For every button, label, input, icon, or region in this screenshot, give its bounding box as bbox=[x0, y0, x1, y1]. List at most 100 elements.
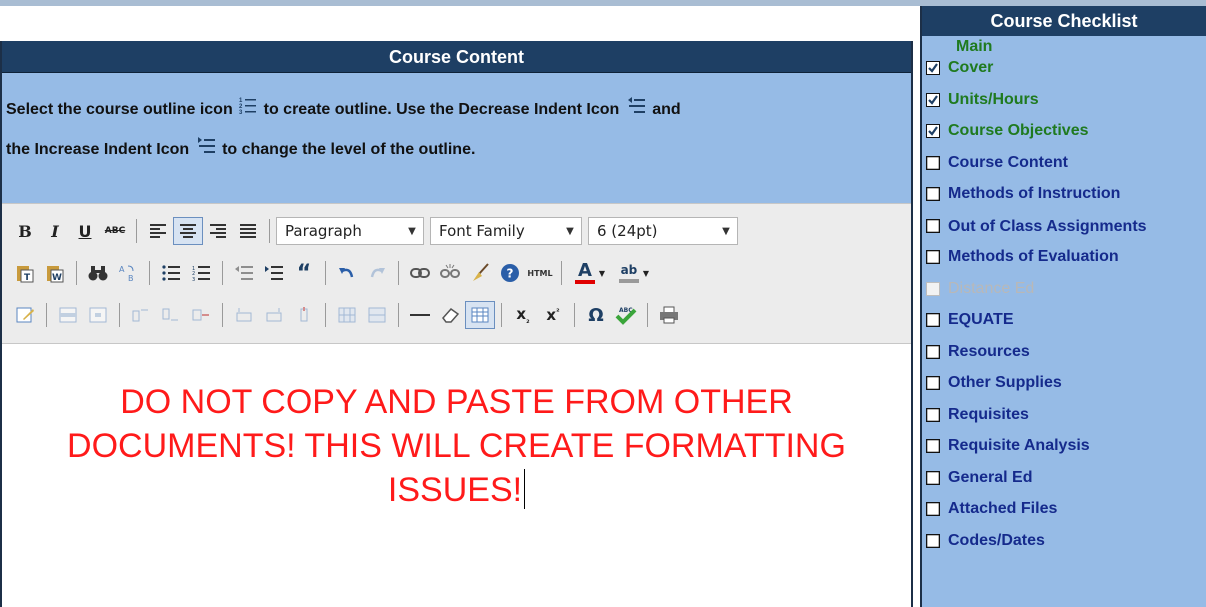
remove-format-button[interactable] bbox=[435, 301, 465, 329]
align-right-button[interactable] bbox=[203, 217, 233, 245]
toolbar-separator bbox=[76, 261, 77, 285]
svg-text:B: B bbox=[128, 274, 134, 283]
toolbar-row-2: T W AB 123 “ ? HTML A ▼ ab ▼ bbox=[10, 252, 907, 294]
font-family-select[interactable]: Font Family ▼ bbox=[430, 217, 582, 245]
checklist-item-label: Cover bbox=[948, 59, 994, 76]
replace-button[interactable]: AB bbox=[113, 259, 143, 287]
insert-row-before-icon bbox=[132, 309, 148, 322]
col-after-button[interactable] bbox=[259, 301, 289, 329]
cell-props-button[interactable] bbox=[83, 301, 113, 329]
checklist-main-link[interactable]: Main bbox=[922, 36, 1206, 58]
checklist-item-equate[interactable]: EQUATE bbox=[922, 310, 1206, 342]
checklist-item-out-of-class-assignments[interactable]: Out of Class Assignments bbox=[922, 216, 1206, 248]
strikethrough-button[interactable]: ABC bbox=[100, 217, 130, 245]
checkbox-icon bbox=[925, 249, 941, 265]
visual-aid-button[interactable] bbox=[465, 301, 495, 329]
toolbar-separator bbox=[149, 261, 150, 285]
outdent-button[interactable] bbox=[229, 259, 259, 287]
row-after-button[interactable] bbox=[156, 301, 186, 329]
cleanup-button[interactable] bbox=[465, 259, 495, 287]
blockquote-button[interactable]: “ bbox=[289, 259, 319, 287]
toolbar-separator bbox=[325, 303, 326, 327]
help-button[interactable]: ? bbox=[495, 259, 525, 287]
toolbar-separator bbox=[136, 219, 137, 243]
checklist-item-course-content[interactable]: Course Content bbox=[922, 153, 1206, 185]
superscript-icon: x² bbox=[546, 306, 560, 324]
checklist-item-general-ed[interactable]: General Ed bbox=[922, 468, 1206, 500]
paste-text-button[interactable]: T bbox=[10, 259, 40, 287]
print-button[interactable] bbox=[654, 301, 684, 329]
instruction-text: the Increase Indent Icon bbox=[6, 141, 190, 158]
row-props-button[interactable] bbox=[53, 301, 83, 329]
checklist-item-methods-of-instruction[interactable]: Methods of Instruction bbox=[922, 184, 1206, 216]
delete-col-button[interactable] bbox=[289, 301, 319, 329]
text-color-button[interactable]: A ▼ bbox=[568, 259, 612, 287]
checklist-item-course-objectives[interactable]: Course Objectives bbox=[922, 121, 1206, 153]
bullet-list-button[interactable] bbox=[156, 259, 186, 287]
redo-button[interactable] bbox=[362, 259, 392, 287]
horizontal-rule-icon bbox=[410, 314, 430, 316]
horizontal-rule-button[interactable] bbox=[405, 301, 435, 329]
special-char-button[interactable]: Ω bbox=[581, 301, 611, 329]
checklist-item-attached-files[interactable]: Attached Files bbox=[922, 499, 1206, 531]
font-size-select-value: 6 (24pt) bbox=[597, 222, 658, 240]
checklist-item-label: Requisites bbox=[948, 405, 1029, 423]
checklist-item-label: Units/Hours bbox=[948, 90, 1039, 108]
checklist-title: Course Checklist bbox=[922, 6, 1206, 36]
merge-cells-button[interactable] bbox=[362, 301, 392, 329]
svg-text:?: ? bbox=[507, 267, 514, 281]
spellcheck-button[interactable]: ABC bbox=[611, 301, 641, 329]
rich-text-editor[interactable]: DO NOT COPY AND PASTE FROM OTHER DOCUMEN… bbox=[2, 344, 911, 604]
row-before-button[interactable] bbox=[126, 301, 156, 329]
checklist-item-requisites[interactable]: Requisites bbox=[922, 405, 1206, 437]
text-color-swatch bbox=[574, 280, 595, 284]
checklist-item-label: Course Objectives bbox=[948, 122, 1089, 139]
superscript-button[interactable]: x² bbox=[538, 301, 568, 329]
insert-link-button[interactable] bbox=[405, 259, 435, 287]
toolbar-separator bbox=[325, 261, 326, 285]
checked-checkbox-icon bbox=[926, 61, 940, 75]
checklist-item-methods-of-evaluation[interactable]: Methods of Evaluation bbox=[922, 247, 1206, 279]
undo-button[interactable] bbox=[332, 259, 362, 287]
align-justify-button[interactable] bbox=[233, 217, 263, 245]
visual-aid-icon bbox=[471, 307, 489, 323]
font-family-select-value: Font Family bbox=[439, 222, 525, 240]
outline-list-icon: 123 bbox=[239, 93, 257, 131]
indent-button[interactable] bbox=[259, 259, 289, 287]
html-source-button[interactable]: HTML bbox=[525, 259, 555, 287]
find-button[interactable] bbox=[83, 259, 113, 287]
checklist-item-cover[interactable]: Cover bbox=[922, 58, 1206, 90]
paste-word-button[interactable]: W bbox=[40, 259, 70, 287]
checkbox-icon bbox=[925, 155, 941, 170]
align-left-button[interactable] bbox=[143, 217, 173, 245]
delete-col-icon bbox=[300, 307, 308, 322]
col-before-button[interactable] bbox=[229, 301, 259, 329]
svg-text:W: W bbox=[52, 273, 62, 283]
numbered-list-button[interactable]: 123 bbox=[186, 259, 216, 287]
font-size-select[interactable]: 6 (24pt) ▼ bbox=[588, 217, 738, 245]
unlink-button[interactable] bbox=[435, 259, 465, 287]
align-center-button[interactable] bbox=[173, 217, 203, 245]
subscript-button[interactable]: x₂ bbox=[508, 301, 538, 329]
bullet-list-icon bbox=[162, 265, 180, 281]
format-select[interactable]: Paragraph ▼ bbox=[276, 217, 424, 245]
edit-style-icon bbox=[16, 307, 34, 323]
edit-style-button[interactable] bbox=[10, 301, 40, 329]
insert-row-after-icon bbox=[162, 308, 178, 321]
checklist-item-codes-dates[interactable]: Codes/Dates bbox=[922, 531, 1206, 563]
checklist-item-other-supplies[interactable]: Other Supplies bbox=[922, 373, 1206, 405]
instruction-text: to change the level of the outline. bbox=[222, 141, 476, 158]
increase-indent-icon bbox=[196, 133, 216, 171]
italic-button[interactable]: I bbox=[40, 217, 70, 245]
delete-row-button[interactable] bbox=[186, 301, 216, 329]
bold-button[interactable]: B bbox=[10, 217, 40, 245]
underline-button[interactable]: U bbox=[70, 217, 100, 245]
split-cells-button[interactable] bbox=[332, 301, 362, 329]
checklist-item-resources[interactable]: Resources bbox=[922, 342, 1206, 374]
checklist-item-requisite-analysis[interactable]: Requisite Analysis bbox=[922, 436, 1206, 468]
toolbar-separator bbox=[222, 303, 223, 327]
highlight-color-button[interactable]: ab ▼ bbox=[612, 259, 656, 287]
table-row-icon bbox=[59, 307, 77, 323]
checklist-item-units-hours[interactable]: Units/Hours bbox=[922, 90, 1206, 122]
svg-text:T: T bbox=[24, 273, 31, 283]
